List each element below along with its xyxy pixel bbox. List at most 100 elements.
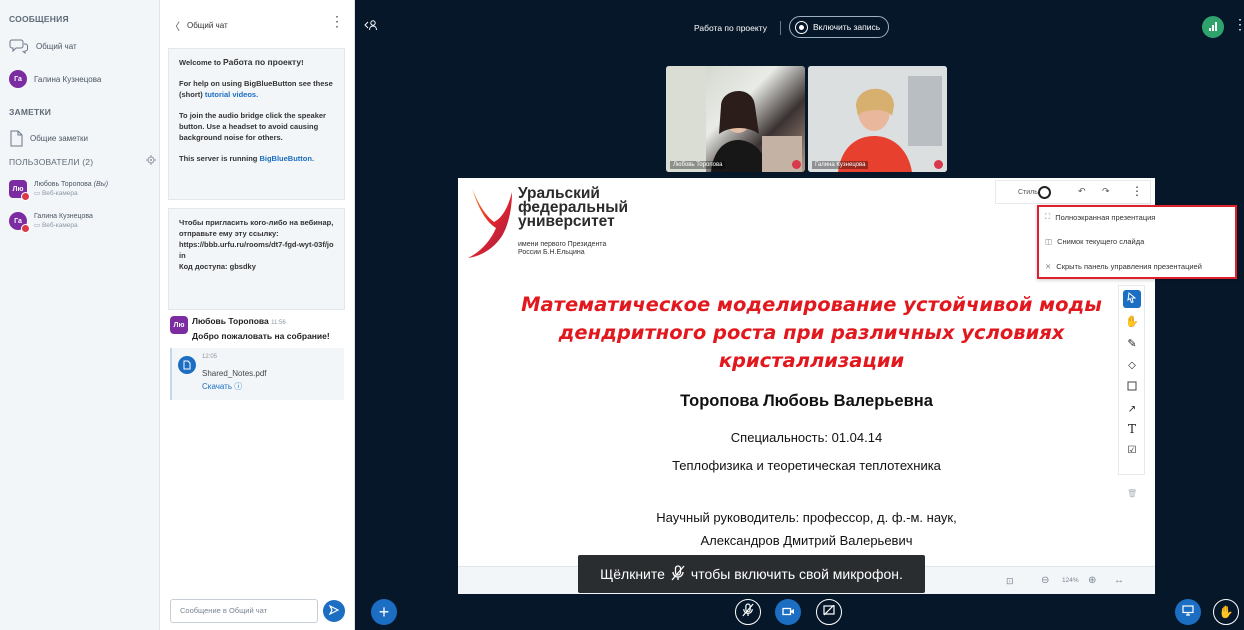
fit-to-page-icon[interactable]: ↔: [1114, 575, 1124, 586]
video-tile[interactable]: Любовь Торопова: [666, 66, 805, 172]
menu-item-hide-panel[interactable]: ✕ Скрыть панель управления презентацией: [1045, 262, 1202, 271]
slide-specialty: Специальность: 01.04.14: [730, 430, 883, 445]
access-code: Код доступа: gbsdky: [179, 262, 256, 271]
toggle-user-list-icon[interactable]: [364, 18, 378, 36]
webcam-button[interactable]: [775, 599, 801, 625]
pan-tool[interactable]: ✋: [1123, 312, 1141, 330]
notes-header: ЗАМЕТКИ: [9, 107, 52, 117]
tutorial-link[interactable]: tutorial videos.: [205, 90, 258, 99]
trash-icon[interactable]: 🗑: [1127, 489, 1137, 498]
zoom-out-icon[interactable]: ⊖: [1041, 575, 1049, 586]
gear-icon[interactable]: [146, 155, 156, 165]
mic-muted-icon: [934, 160, 943, 169]
whiteboard-tools: ✋ ✎ ◇ ↗ T ☑: [1118, 285, 1145, 475]
undo-icon[interactable]: ↶: [1078, 186, 1086, 197]
user-name: Галина Кузнецова: [34, 213, 93, 220]
file-time: 12:05: [202, 354, 218, 360]
message-time: 11:56: [271, 320, 286, 326]
file-name: Shared_Notes.pdf: [202, 369, 267, 378]
message-text: Добро пожаловать на собрание!: [192, 331, 330, 341]
note-tool[interactable]: ☑: [1123, 441, 1141, 459]
mic-toast: Щёлкните чтобы включить свой микрофон.: [578, 555, 925, 593]
chat-title: Общий чат: [187, 21, 228, 30]
slide-title: Математическое моделирование устойчивой …: [521, 293, 1102, 372]
screenshare-button[interactable]: [816, 599, 842, 625]
bbb-link[interactable]: BigBlueButton.: [259, 154, 314, 163]
users-header: ПОЛЬЗОВАТЕЛИ (2): [9, 157, 94, 167]
download-link[interactable]: Скачать ⓘ: [202, 381, 242, 392]
note-icon: ☑: [1127, 444, 1137, 456]
message-author: Любовь Торопова: [192, 316, 269, 326]
presentation-icon: [1182, 603, 1194, 621]
messages-header: СООБЩЕНИЯ: [9, 14, 69, 24]
raise-hand-button[interactable]: ✋: [1213, 599, 1239, 625]
select-tool[interactable]: [1123, 290, 1141, 308]
zoom-in-icon[interactable]: ⊕: [1088, 575, 1096, 586]
arrow-icon: ↗: [1127, 403, 1137, 415]
user-name: Любовь Торопова: [34, 181, 92, 188]
record-button[interactable]: Включить запись: [789, 16, 889, 38]
avatar: Га: [9, 212, 30, 233]
user-list-item[interactable]: Га Галина Кузнецова ▭ Веб-камера: [9, 212, 153, 233]
sidebar: СООБЩЕНИЯ Общий чат Га Галина Кузнецова …: [0, 0, 160, 630]
connection-status-button[interactable]: [1202, 16, 1224, 38]
user-status: Веб-камера: [41, 222, 78, 229]
rectangle-tool[interactable]: [1123, 378, 1141, 396]
slide-advisor-line2: Александров Дмитрий Валерьевич: [700, 533, 913, 548]
chat-back-button[interactable]: 〈 Общий чат: [170, 18, 228, 33]
plus-icon: +: [378, 602, 390, 622]
rectangle-icon: [1127, 378, 1137, 396]
chevron-left-icon: 〈: [170, 22, 180, 33]
slide-field: Теплофизика и теоретическая теплотехника: [672, 458, 941, 473]
presentation-options-menu: ⛶ Полноэкранная презентация ◫ Снимок тек…: [1037, 205, 1237, 279]
notes-icon: [9, 130, 23, 147]
menu-item-fullscreen[interactable]: ⛶ Полноэкранная презентация: [1045, 212, 1155, 222]
invite-message: Чтобы пригласить кого-либо на вебинар, о…: [168, 208, 345, 310]
menu-item-snapshot[interactable]: ◫ Снимок текущего слайда: [1045, 237, 1144, 246]
sidebar-item-private-chat[interactable]: Га Галина Кузнецова: [9, 70, 153, 88]
info-icon: ⓘ: [234, 382, 243, 391]
chat-options-icon[interactable]: ⋮: [330, 14, 344, 28]
sidebar-item-shared-notes[interactable]: Общие заметки: [9, 130, 153, 147]
send-button[interactable]: [323, 600, 345, 622]
text-icon: T: [1127, 422, 1136, 436]
style-color-button[interactable]: [1038, 186, 1051, 199]
eraser-tool[interactable]: ◇: [1123, 356, 1141, 374]
options-icon[interactable]: ⋮: [1233, 17, 1244, 31]
user-list-item[interactable]: Лю Любовь Торопова (Вы) ▭ Веб-камера: [9, 180, 153, 201]
whiteboard-style-bar: Стиль ↶ ↷ ⋮: [995, 180, 1151, 204]
style-label: Стиль: [1018, 189, 1038, 196]
you-tag: (Вы): [93, 181, 109, 188]
actions-button[interactable]: +: [371, 599, 397, 625]
welcome-message: Welcome to Работа по проекту! For help o…: [168, 48, 345, 200]
meeting-name: Работа по проекту: [223, 57, 302, 67]
redo-icon[interactable]: ↷: [1102, 186, 1110, 197]
camera-icon: [781, 603, 795, 621]
avatar: Лю: [9, 180, 30, 201]
sidebar-item-public-chat[interactable]: Общий чат: [9, 38, 153, 54]
fit-to-width-icon[interactable]: ⊡: [1006, 576, 1014, 587]
unmute-button[interactable]: [735, 599, 761, 625]
chat-panel: 〈 Общий чат ⋮ Welcome to Работа по проек…: [160, 0, 355, 630]
mic-muted-icon: [671, 564, 685, 584]
mic-muted-badge: [21, 224, 30, 233]
mic-muted-icon: [742, 602, 754, 622]
close-icon: ✕: [1045, 262, 1052, 271]
public-chat-label: Общий чат: [36, 41, 77, 51]
record-label: Включить запись: [813, 22, 881, 32]
record-icon: [795, 20, 808, 34]
pencil-tool[interactable]: ✎: [1123, 334, 1141, 352]
text-tool[interactable]: T: [1123, 420, 1141, 438]
file-message: 12:05 Shared_Notes.pdf Скачать ⓘ: [170, 348, 344, 400]
webcam-icon: ▭: [34, 190, 42, 197]
video-tile[interactable]: Галина Кузнецова: [808, 66, 947, 172]
video-name: Любовь Торопова: [670, 161, 726, 169]
chat-input[interactable]: Сообщение в Общий чат: [170, 599, 318, 623]
presentation-toggle-button[interactable]: [1175, 599, 1201, 625]
camera-icon: ◫: [1045, 237, 1053, 246]
arrow-tool[interactable]: ↗: [1123, 400, 1141, 418]
hand-icon: ✋: [1218, 605, 1234, 619]
presentation-options-icon[interactable]: ⋮: [1131, 184, 1143, 198]
webcam-icon: ▭: [34, 222, 42, 229]
file-icon: [178, 356, 196, 374]
